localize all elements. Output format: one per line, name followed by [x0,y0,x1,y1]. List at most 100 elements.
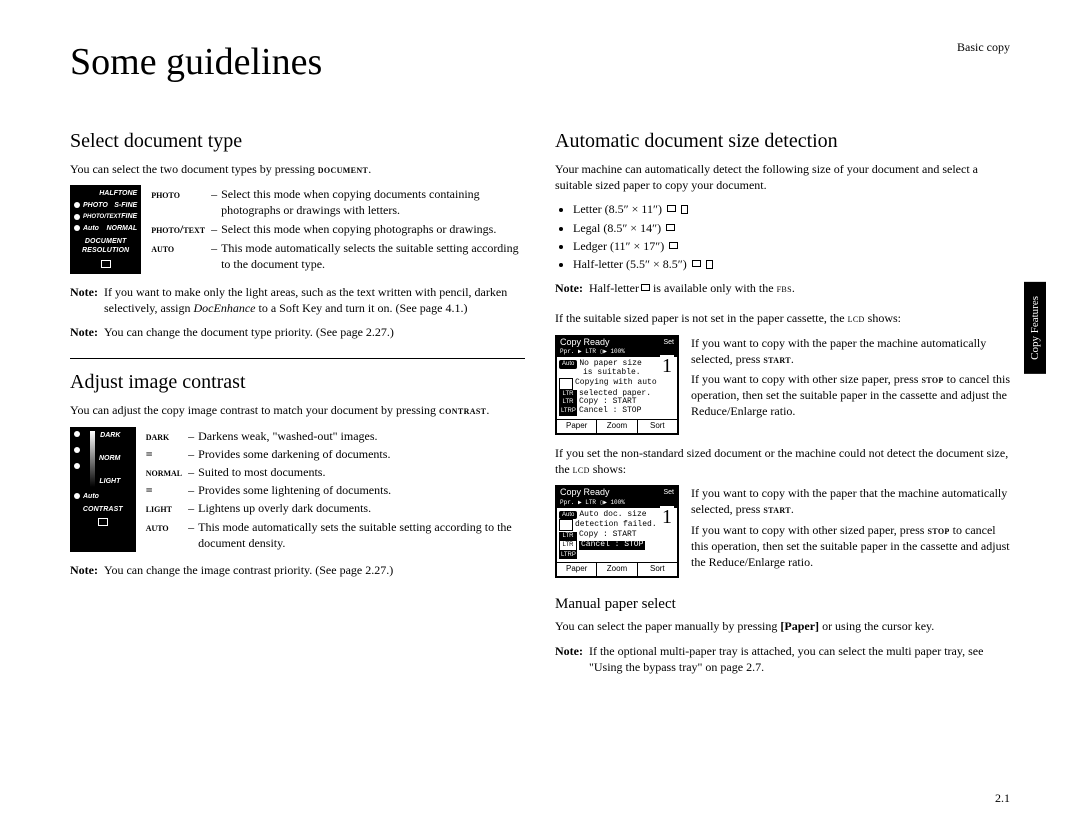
para-nonstd: If you set the non-standard sized docume… [555,445,1010,477]
t: Copying with auto [575,379,657,388]
def-val: Suited to most documents. [198,463,525,481]
orientation-portrait-icon [681,205,688,214]
def-key: = [146,445,188,463]
def-val: Provides some lightening of documents. [198,481,525,499]
t: to a Soft Key and turn it on. (See page … [256,301,468,315]
t: You can select the two document types by… [70,162,318,176]
t: If you want to copy with the paper that … [691,486,1007,516]
t: If you want to copy with other size pape… [691,372,921,386]
def-key: normal [146,463,188,481]
note-text: You can change the document type priorit… [104,324,525,340]
t: You can select the paper manually by pre… [555,619,780,633]
panel-label: DARK [100,431,120,440]
lcd-softkey: Sort [638,420,677,433]
orientation-landscape-icon [669,242,678,249]
key-start: start [763,352,791,366]
t: LTRP [559,551,577,560]
t: Cancel : STOP [579,541,645,550]
def-key: = [146,481,188,499]
t: Auto [559,360,577,369]
t: If you want to copy with the paper the m… [691,336,986,366]
def-key: dark [146,427,188,445]
def-val: This mode automatically selects the suit… [221,239,525,274]
t: You can adjust the copy image contrast t… [70,403,439,417]
t: Ppr. ▶ LTR ▯▶ 100% [560,349,625,356]
note-label: Note: [555,280,583,296]
para-cassette: If the suitable sized paper is not set i… [555,310,1010,326]
lcd-softkey: Sort [638,563,677,576]
note-label: Note: [555,643,583,675]
lcd-count: 1 [660,355,674,377]
printer-icon [559,378,573,390]
t: Copy : START [579,531,637,540]
panel-label: FINE [121,212,137,221]
def-val: Lightens up overly dark documents. [198,499,525,517]
doc-type-definitions: photo–Select this mode when copying docu… [151,185,525,274]
panel-document: HALFTONE PHOTOS-FINE PHOTO/TEXTFINE Auto… [70,185,141,274]
panel-button-icon [101,260,111,268]
heading-manual-paper: Manual paper select [555,594,1010,614]
list-item: Half-letter (5.5″ × 8.5″) [573,256,1010,272]
lcd2-explanation: If you want to copy with the paper that … [691,485,1010,578]
key-paper: [Paper] [780,619,819,633]
list-item: Legal (8.5″ × 14″) [573,220,1010,236]
panel-label: HALFTONE [74,189,137,198]
t: Ready [584,487,610,497]
panel-label: S-FINE [110,201,137,210]
contrast-definitions: dark–Darkens weak, "washed-out" images. … [146,427,525,552]
key-contrast: contrast [439,403,486,417]
t: . [792,281,795,295]
t: or using the cursor key. [819,619,934,633]
t: . [791,502,794,516]
divider [70,358,525,359]
panel-label: NORM [99,454,120,463]
orientation-portrait-icon [706,260,713,269]
right-column: Automatic document size detection Your m… [555,128,1010,675]
t: Ledger (11″ × 17″) [573,239,664,253]
t: Half-letter (5.5″ × 8.5″) [573,257,687,271]
key-stop: stop [927,523,949,537]
def-key: auto [146,518,188,552]
note-text: If you want to make only the light areas… [104,284,525,316]
note-text: Half-letter is available only with the f… [589,280,1010,296]
t: Legal (8.5″ × 14″) [573,221,661,235]
intro-auto-size: Your machine can automatically detect th… [555,161,1010,193]
panel-button-icon [98,518,108,526]
note-label: Note: [70,562,98,578]
t: Auto doc. size [579,511,646,520]
left-column: Select document type You can select the … [70,128,525,675]
panel-label: LIGHT [99,477,120,486]
lcd-softkey: Zoom [597,563,637,576]
panel-footer: CONTRAST [74,505,132,514]
printer-icon [559,519,573,531]
heading-auto-size: Automatic document size detection [555,128,1010,155]
t: Ready [584,337,610,347]
intro-doc-type: You can select the two document types by… [70,161,525,177]
t: LTRP [559,407,577,416]
def-key: photo [151,185,211,220]
t: shows: [590,462,626,476]
list-item: Letter (8.5″ × 11″) [573,201,1010,217]
t: . [486,403,489,417]
orientation-landscape-icon [667,205,676,212]
key-document: document [318,162,368,176]
t: detection failed. [575,521,657,530]
lcd-softkey: Paper [557,420,597,433]
t: DocEnhance [194,301,256,315]
lcd-display-1: Copy ReadySet Ppr. ▶ LTR ▯▶ 100% 1 AutoN… [555,335,679,435]
def-val: Select this mode when copying documents … [221,185,525,220]
t: Copy [560,487,581,497]
def-val: Provides some darkening of documents. [198,445,525,463]
key-stop: stop [921,372,943,386]
panel-label: PHOTO/TEXT [83,213,121,221]
key-start: start [763,502,791,516]
def-val: This mode automatically sets the suitabl… [198,518,525,552]
lcd-softkey: Zoom [597,420,637,433]
t: LTR [559,532,577,541]
panel-label: PHOTO [83,201,110,210]
def-val: Darkens weak, "washed-out" images. [198,427,525,445]
panel-footer: DOCUMENT RESOLUTION [74,237,137,256]
page-number: 2.1 [995,791,1010,806]
orientation-landscape-icon [666,224,675,231]
t: shows: [865,311,901,325]
